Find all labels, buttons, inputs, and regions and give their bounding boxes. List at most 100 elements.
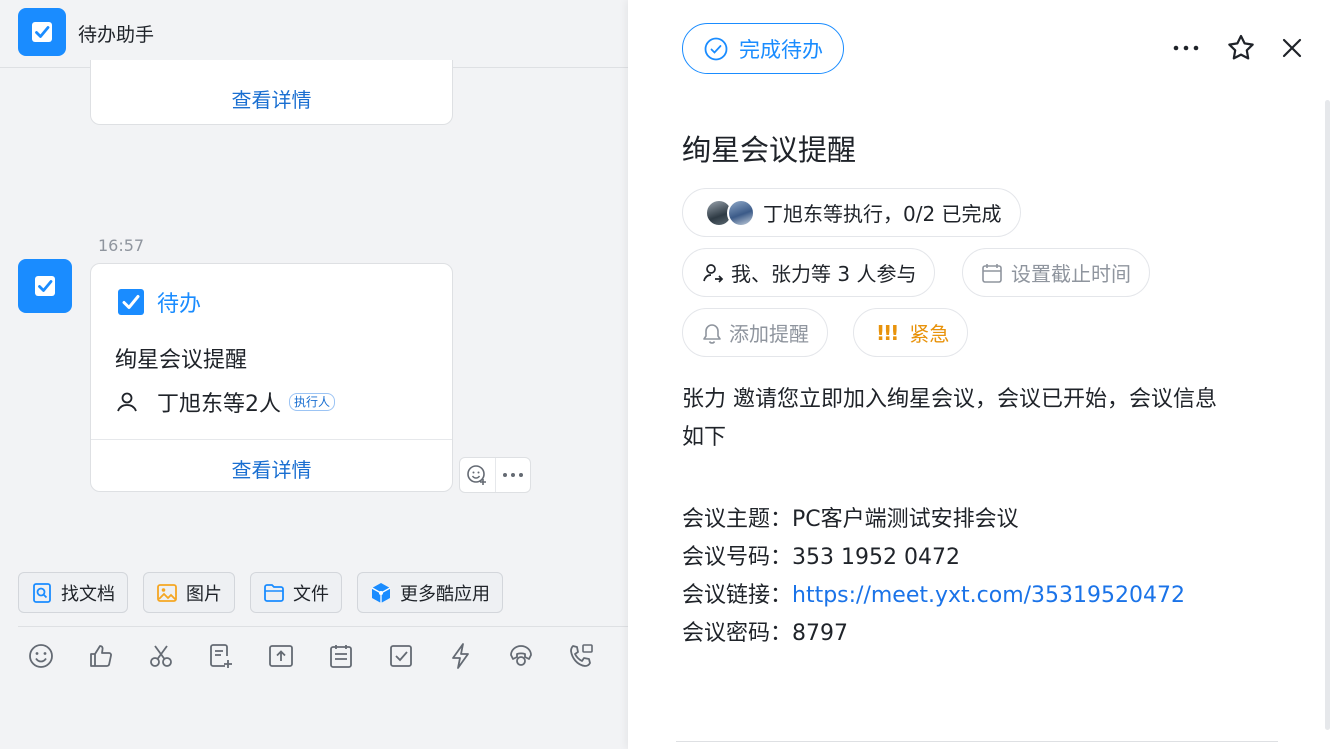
doc-add-icon [210,644,232,668]
previous-todo-card: 查看详情 [90,60,453,125]
todo-card-title: 绚星会议提醒 [115,348,248,373]
avatar [727,198,755,227]
find-doc-button[interactable]: 找文档 [18,572,128,613]
image-button[interactable]: 图片 [143,572,235,613]
like-button[interactable] [86,641,116,671]
close-button[interactable] [1276,32,1308,64]
file-button[interactable]: 文件 [250,572,342,613]
message-more-button[interactable] [494,458,531,492]
meeting-link-url[interactable]: https://meet.yxt.com/35319520472 [792,583,1185,608]
todo-check-icon [35,276,55,296]
file-label: 文件 [293,583,329,605]
calendar-icon [982,263,1002,283]
executor-avatars [705,198,755,227]
meeting-link-label: 会议链接： [682,583,793,608]
scissors-icon [150,645,172,667]
phone-forward-icon [570,644,593,667]
chat-header: 待办助手 [0,0,628,68]
meeting-password: 会议密码：8797 [682,615,848,647]
meeting-password-value: 8797 [792,621,849,646]
executors-pill[interactable]: 丁旭东等执行，0/2 已完成 [682,188,1021,237]
todo-assistant-avatar[interactable] [18,8,66,56]
emoji-icon [29,644,53,668]
screenshot-button[interactable] [146,641,176,671]
new-doc-button[interactable] [206,641,236,671]
meeting-topic-label: 会议主题： [682,507,793,532]
folder-icon [264,583,284,602]
urgent-label: 紧急 [909,322,950,346]
meeting-topic: 会议主题：PC客户端测试安排会议 [682,501,1019,533]
assignee-role-tag: 执行人 [289,393,336,411]
meeting-number-value: 353 1952 0472 [792,545,960,570]
complete-todo-label: 完成待办 [739,37,823,62]
toolbar-divider [18,626,628,627]
view-details-link[interactable]: 查看详情 [91,454,452,483]
reminder-pill[interactable]: 添加提醒 [682,308,828,357]
todo-card-assignees: 丁旭东等2人 执行人 [115,386,336,418]
chat-title: 待办助手 [78,24,155,46]
find-doc-icon [33,582,51,603]
check-circle-icon [704,37,728,60]
meeting-number-label: 会议号码： [682,545,793,570]
card-divider [91,439,452,440]
person-share-icon [703,263,724,283]
emoji-button[interactable] [26,641,56,671]
calendar-icon [330,645,352,668]
todo-detail-panel: 完成待办 绚星会议提醒 丁旭东等执行，0/2 已完成 我、张力等 3 人参与 设… [628,0,1331,749]
more-options-button[interactable] [1170,32,1202,64]
upload-button[interactable] [266,641,296,671]
people-icon [117,392,137,412]
urgent-mark: !!! [876,320,899,345]
image-icon [157,583,177,602]
voice-call-button[interactable] [506,641,536,671]
bell-icon [703,323,721,344]
todo-card[interactable]: 待办 绚星会议提醒 丁旭东等2人 执行人 查看详情 [90,263,453,492]
priority-pill[interactable]: !!! 紧急 [853,308,969,357]
upload-icon [269,645,293,667]
participants-pill[interactable]: 我、张力等 3 人参与 [682,248,936,297]
image-label: 图片 [186,583,222,605]
call-forward-button[interactable] [566,641,596,671]
task-title: 绚星会议提醒 [682,133,857,167]
more-apps-button[interactable]: 更多酷应用 [357,572,503,613]
favorite-button[interactable] [1225,32,1257,64]
deadline-pill[interactable]: 设置截止时间 [962,248,1150,297]
description-line: 如下 [682,425,727,450]
lightning-icon [452,643,469,669]
more-icon [502,473,523,477]
message-timestamp: 16:57 [98,236,145,255]
todo-card-header: 待办 [117,286,201,318]
description-line: 张力 邀请您立即加入绚星会议，会议已开始，会议信息 [682,387,1217,412]
thumbs-up-icon [90,645,112,667]
phone-icon [510,645,532,666]
assignee-text: 丁旭东等2人 [157,392,281,417]
reminder-placeholder: 添加提醒 [729,322,809,346]
more-icon [1173,45,1199,51]
meeting-topic-value: PC客户端测试安排会议 [792,507,1019,532]
complete-todo-button[interactable]: 完成待办 [682,23,844,74]
scrollbar[interactable] [1325,100,1330,730]
view-details-link[interactable]: 查看详情 [91,84,452,113]
quick-reply-button[interactable] [446,641,476,671]
apps-cube-icon [371,582,391,603]
meeting-number: 会议号码：353 1952 0472 [682,539,960,571]
todo-check-icon [32,22,52,42]
add-emoji-icon [467,465,487,485]
add-reaction-button[interactable] [460,458,495,492]
todo-card-kind: 待办 [157,292,202,317]
todo-assistant-avatar[interactable] [18,259,72,313]
todo-button[interactable] [386,641,416,671]
executors-text: 丁旭东等执行，0/2 已完成 [763,202,1002,226]
todo-check-icon [390,645,412,667]
calendar-button[interactable] [326,641,356,671]
participants-text: 我、张力等 3 人参与 [731,262,917,286]
panel-divider [676,741,1278,742]
more-apps-label: 更多酷应用 [400,583,490,605]
checkbox-checked-icon [118,289,144,315]
meeting-link: 会议链接：https://meet.yxt.com/35319520472 [682,577,1185,609]
close-icon [1282,38,1302,58]
star-icon [1228,34,1254,60]
message-hover-tools [459,457,531,493]
meeting-password-label: 会议密码： [682,621,793,646]
chat-pane: 待办助手 查看详情 16:57 待办 绚星会议提醒 丁旭东等2人 执行人 查看详… [0,0,628,749]
